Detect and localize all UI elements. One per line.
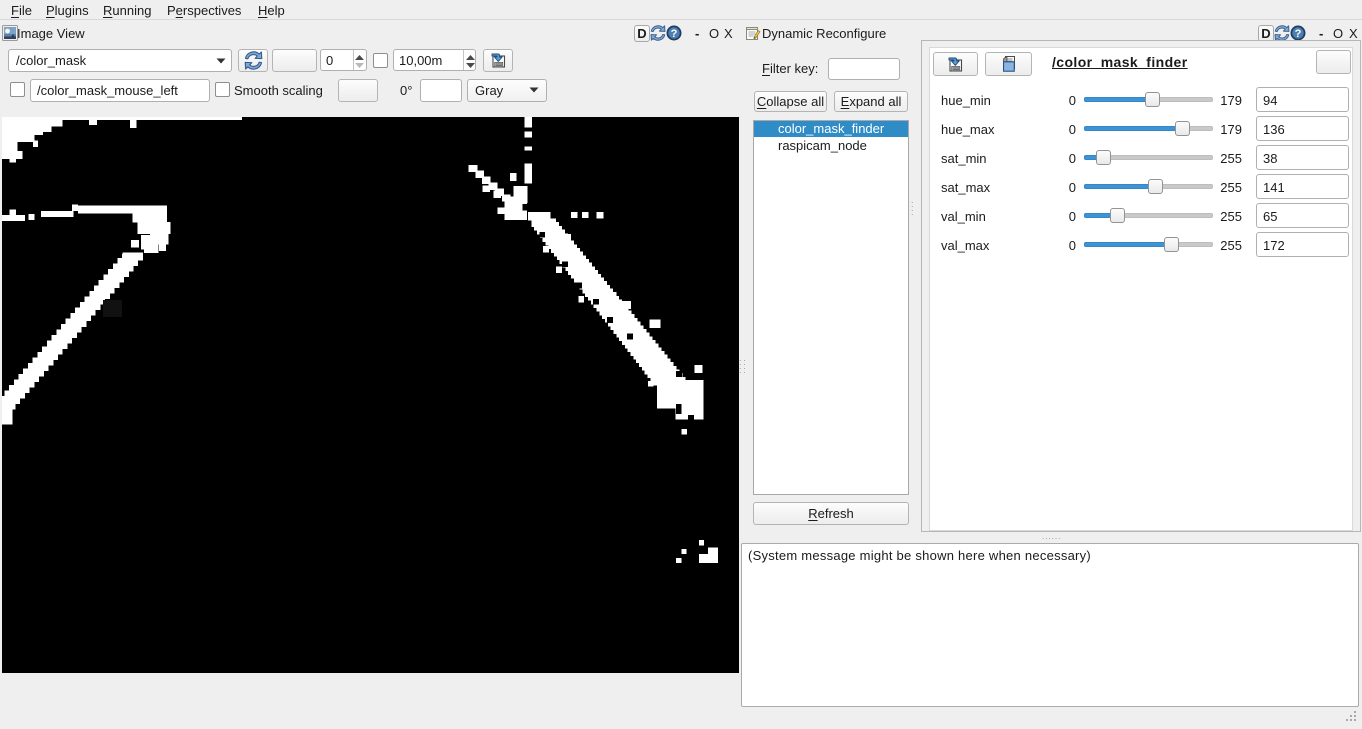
svg-text:?: ? [1295, 28, 1302, 40]
svg-text:?: ? [671, 28, 678, 40]
